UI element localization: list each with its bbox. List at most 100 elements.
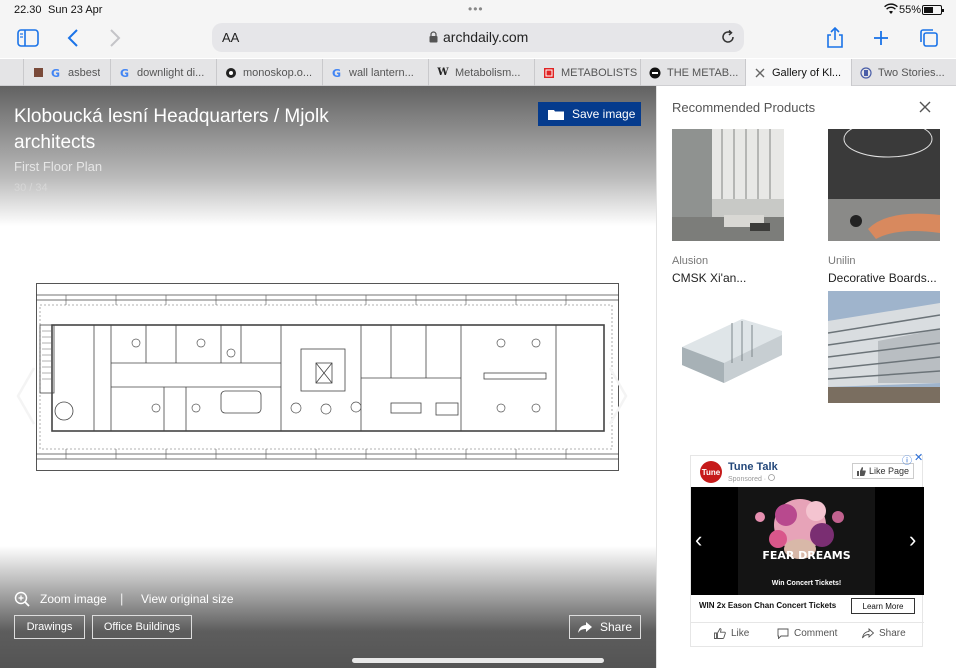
ad-like-button[interactable]: Like xyxy=(714,628,749,639)
product-name[interactable]: Decorative Boards... xyxy=(828,271,942,285)
new-tab-icon[interactable] xyxy=(868,26,894,50)
product-image[interactable] xyxy=(672,291,784,403)
share-arrow-icon xyxy=(862,628,874,639)
ad-poster-title: FEAR DREAMS xyxy=(762,549,851,562)
address-bar[interactable]: AA archdaily.com xyxy=(212,23,744,52)
status-date: Sun 23 Apr xyxy=(48,4,103,16)
sponsored-ad[interactable]: Tune Tune Talk Sponsored · Like Page ⓘ ✕… xyxy=(690,452,924,647)
tag-drawings[interactable]: Drawings xyxy=(14,615,85,639)
gallery-counter: 30 / 34 xyxy=(14,182,48,194)
thumbs-up-icon xyxy=(856,466,866,476)
tab-wall-lantern[interactable]: G wall lantern... xyxy=(323,59,429,86)
google-icon: G xyxy=(331,67,343,79)
sidebar-icon[interactable] xyxy=(15,26,41,50)
tab-metabolism[interactable]: W Metabolism... xyxy=(429,59,535,86)
text-size-button[interactable]: AA xyxy=(222,30,239,45)
product-brand: Unilin xyxy=(828,255,856,267)
product-card[interactable]: Unilin Decorative Boards... xyxy=(828,120,942,285)
recommended-products-panel: Recommended Products Alusion CMSK Xi'an.… xyxy=(656,86,956,668)
reload-icon[interactable] xyxy=(720,29,736,45)
close-icon[interactable] xyxy=(919,101,931,113)
ad-sponsored-label: Sponsored · xyxy=(728,474,775,483)
ad-carousel[interactable]: ‹ FEAR DREAMS Win Concert Tickets! › xyxy=(691,487,924,595)
tab-label: Metabolism... xyxy=(455,66,521,79)
tab-label: downlight di... xyxy=(137,66,205,79)
product-name[interactable]: CMSK Xi'an... xyxy=(672,271,786,285)
product-image[interactable] xyxy=(827,291,941,403)
tab-label: Gallery of Kl... xyxy=(772,66,842,79)
zoom-in-icon xyxy=(14,591,30,607)
google-icon: G xyxy=(119,67,131,79)
ad-poster-image[interactable] xyxy=(738,487,875,595)
tab-the-metab[interactable]: THE METAB... xyxy=(641,59,746,86)
separator: | xyxy=(120,591,124,606)
thumbs-up-icon xyxy=(714,628,726,639)
save-image-label: Save image xyxy=(572,107,636,121)
folder-icon xyxy=(548,109,564,120)
ad-poster-tagline: Win Concert Tickets! xyxy=(771,580,842,587)
gallery-subtitle: First Floor Plan xyxy=(14,159,103,174)
gallery-bottom-overlay xyxy=(0,546,656,668)
ad-like-label: Like xyxy=(731,628,750,639)
wifi-icon xyxy=(884,3,898,14)
product-card[interactable] xyxy=(827,291,942,408)
pdf-icon xyxy=(543,67,555,79)
back-icon[interactable] xyxy=(60,26,86,50)
tab-monoskop[interactable]: monoskop.o... xyxy=(217,59,323,86)
tab-two-stories[interactable]: Two Stories... xyxy=(852,59,956,86)
battery-icon xyxy=(922,5,944,15)
zoom-image-button[interactable]: Zoom image xyxy=(14,591,107,607)
tab-overview-icon[interactable] xyxy=(916,26,942,50)
google-icon: G xyxy=(51,67,60,79)
product-image[interactable] xyxy=(672,129,784,241)
forward-icon[interactable] xyxy=(102,26,128,50)
ad-header: Tune Tune Talk Sponsored · Like Page ⓘ ✕ xyxy=(691,452,924,487)
tab-pinned[interactable] xyxy=(0,59,24,86)
tab-bar: G asbest G downlight di... monoskop.o...… xyxy=(0,59,956,86)
ad-carousel-prev-icon[interactable]: ‹ xyxy=(695,527,702,553)
ad-advertiser-name[interactable]: Tune Talk xyxy=(728,461,778,473)
url-text[interactable]: archdaily.com xyxy=(443,29,528,45)
ad-sponsored-text: Sponsored · xyxy=(728,476,769,483)
share-icon[interactable] xyxy=(822,26,848,50)
tab-gallery[interactable]: Gallery of Kl... xyxy=(746,59,852,86)
gallery-title: Kloboucká lesní Headquarters / Mjolk arc… xyxy=(14,106,329,153)
view-original-size-link[interactable]: View original size xyxy=(141,592,234,606)
multitask-dots-icon[interactable]: ••• xyxy=(468,2,484,16)
share-arrow-icon xyxy=(577,621,592,633)
gallery-share-button[interactable]: Share xyxy=(569,615,641,639)
ad-close-icon[interactable]: ✕ xyxy=(914,451,923,464)
floor-plan-image[interactable] xyxy=(36,283,619,471)
ad-info-icon[interactable]: ⓘ xyxy=(902,452,912,467)
ad-logo[interactable]: Tune xyxy=(700,461,722,483)
tag-office-buildings[interactable]: Office Buildings xyxy=(92,615,192,639)
next-image-icon[interactable] xyxy=(608,366,628,426)
ad-caption[interactable]: WIN 2x Eason Chan Concert Tickets xyxy=(699,601,836,610)
circle-icon xyxy=(649,67,661,79)
ad-carousel-next-icon[interactable]: › xyxy=(909,527,916,553)
save-image-button[interactable]: Save image xyxy=(538,102,641,126)
ad-like-page-label: Like Page xyxy=(868,466,910,476)
ad-learn-more-button[interactable]: Learn More xyxy=(851,598,915,614)
ad-comment-label: Comment xyxy=(794,628,838,639)
tab-label: monoskop.o... xyxy=(243,66,313,79)
comment-icon xyxy=(777,628,789,639)
close-icon[interactable] xyxy=(754,67,766,79)
page-icon xyxy=(860,66,872,79)
status-time: 22.30 xyxy=(14,4,42,16)
product-brand: Alusion xyxy=(672,255,709,267)
gallery-share-label: Share xyxy=(599,620,633,634)
tab-asbest[interactable]: G asbest xyxy=(24,59,111,86)
zoom-image-label: Zoom image xyxy=(40,592,107,606)
tab-metabolists[interactable]: METABOLISTS xyxy=(535,59,641,86)
ad-share-button[interactable]: Share xyxy=(862,628,906,639)
tab-label: asbest xyxy=(68,66,101,79)
tab-downlight[interactable]: G downlight di... xyxy=(111,59,217,86)
product-card[interactable]: Alusion CMSK Xi'an... xyxy=(672,129,786,285)
monoskop-icon xyxy=(225,67,237,79)
previous-image-icon[interactable] xyxy=(16,366,36,426)
product-image[interactable] xyxy=(828,120,940,241)
product-card[interactable] xyxy=(672,291,786,408)
ad-comment-button[interactable]: Comment xyxy=(777,628,837,639)
home-indicator xyxy=(352,658,604,663)
